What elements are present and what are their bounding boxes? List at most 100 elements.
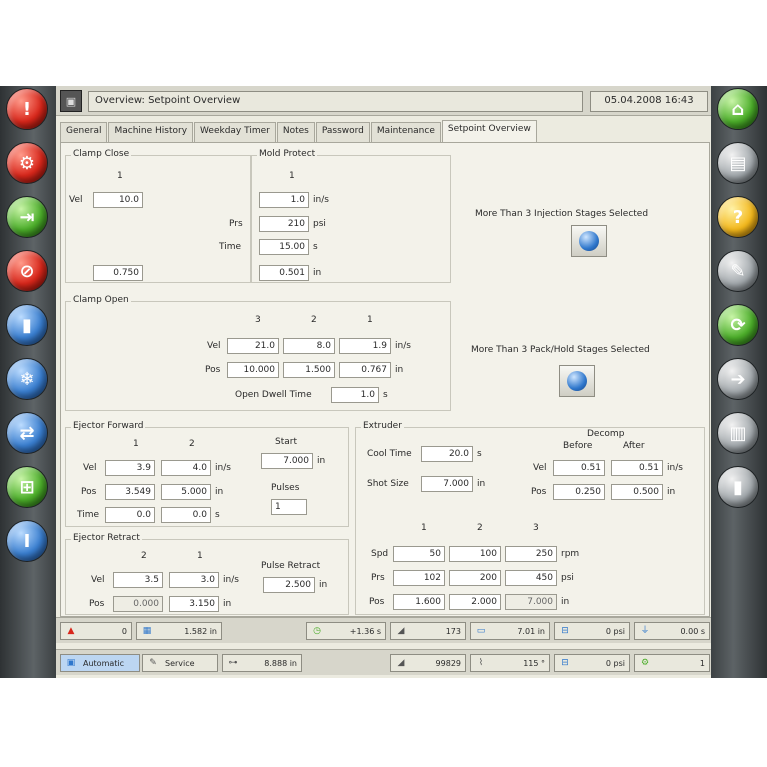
system-icon[interactable]: ▮ [717,466,759,508]
clamp-open-pos-3[interactable]: 10.000 [227,362,279,378]
status-shot-value: 173 [445,626,461,636]
shot-size-field[interactable]: 7.000 [421,476,473,492]
open-dwell-time-label: Open Dwell Time [235,390,312,400]
ejector-retract-vel-2[interactable]: 3.5 [113,572,163,588]
mold-protect-pos-field[interactable]: 0.501 [259,265,309,281]
clamp-open-pos-2[interactable]: 1.500 [283,362,335,378]
ejector-forward-vel-unit: in/s [215,463,231,473]
extruder-prs-1[interactable]: 102 [393,570,445,586]
clamp-open-vel-3[interactable]: 21.0 [227,338,279,354]
ejector-pulses-field[interactable]: 1 [271,499,307,515]
extruder-prs-label: Prs [371,573,385,583]
status-automatic-mode[interactable]: ▣ Automatic [60,654,140,672]
ejector-forward-pos-2[interactable]: 5.000 [161,484,211,500]
ejector-forward-pos-1[interactable]: 3.549 [105,484,155,500]
alarm-icon: ▲ [67,626,75,636]
mold-protect-vel-field[interactable]: 1.0 [259,192,309,208]
clamp-open-vel-1[interactable]: 1.9 [339,338,391,354]
machine-mode-icon[interactable]: ⚙ [6,142,48,184]
extruder-prs-2[interactable]: 200 [449,570,501,586]
ejector-retract-vel-unit: in/s [223,575,239,585]
status-mold-position: ⊶ 8.888 in [222,654,302,672]
tab-general[interactable]: General [60,122,108,142]
ejector-retract-vel-label: Vel [91,575,105,585]
ejector-forward-vel-2[interactable]: 4.0 [161,460,211,476]
status-screw-position: ▦ 1.582 in [136,622,222,640]
injection-unit-icon[interactable]: ⊘ [6,250,48,292]
heater-icon[interactable]: ▮ [6,304,48,346]
left-sidebar: ! ⚙ ⇥ ⊘ ▮ ❄ ⇄ ⊞ I [0,86,56,678]
decomp-pos-after[interactable]: 0.500 [611,484,663,500]
ejector-forward-vel-1[interactable]: 3.9 [105,460,155,476]
status-total-count: ◢ 99829 [390,654,466,672]
extruder-stage-1: 1 [421,523,427,533]
ejector-icon[interactable]: ⇄ [6,412,48,454]
cool-time-field[interactable]: 20.0 [421,446,473,462]
mold-protect-time-label: Time [219,242,242,252]
ejector-forward-time-1[interactable]: 0.0 [105,507,155,523]
decomp-vel-after[interactable]: 0.51 [611,460,663,476]
status-mold-value: 8.888 in [264,658,297,668]
ejector-forward-title: Ejector Forward [71,421,146,431]
extruder-spd-1[interactable]: 50 [393,546,445,562]
mold-protect-vel-unit: in/s [313,195,329,205]
injection-stages-button[interactable] [571,225,607,257]
mold-protect-prs-unit: psi [313,219,326,229]
status-total-value: 99829 [435,658,461,668]
pulse-retract-field[interactable]: 2.500 [263,577,315,593]
tab-setpoint-overview[interactable]: Setpoint Overview [441,120,537,142]
ejector-start-field[interactable]: 7.000 [261,453,313,469]
clock-icon: ◷ [313,626,321,636]
mold-protect-time-field[interactable]: 15.00 [259,239,309,255]
cool-time-unit: s [477,449,482,459]
extruder-spd-3[interactable]: 250 [505,546,557,562]
status-robot-value: 1 [699,658,705,668]
open-dwell-time-unit: s [383,390,388,400]
status-pressure: ⊟ 0 psi [554,622,630,640]
statistics-icon[interactable]: I [6,520,48,562]
clamp-close-vel-field[interactable]: 10.0 [93,192,143,208]
alarm-warning-icon[interactable]: ! [6,88,48,130]
extruder-pos-3: 7.000 [505,594,557,610]
extruder-pos-label: Pos [369,597,385,607]
status-bar-top: ▲ 0 ▦ 1.582 in ◷ +1.36 s ◢ 173 ▭ 7.01 in ⊟ 0 p… [56,617,714,643]
service-icon: ✎ [149,658,157,668]
status-service[interactable]: ✎ Service [142,654,218,672]
mold-protect-prs-label: Prs [229,219,243,229]
mode-icon: ▣ [66,658,76,668]
next-icon[interactable]: ➔ [717,358,759,400]
document-icon[interactable]: ▤ [717,142,759,184]
ejector-forward-vel-label: Vel [83,463,97,473]
cycle-icon[interactable]: ⟳ [717,304,759,346]
tab-password[interactable]: Password [315,122,370,142]
mold-protect-prs-field[interactable]: 210 [259,216,309,232]
decomp-pos-before[interactable]: 0.250 [553,484,605,500]
open-dwell-time-field[interactable]: 1.0 [331,387,379,403]
packhold-stages-button[interactable] [559,365,595,397]
ejector-forward-time-2[interactable]: 0.0 [161,507,211,523]
ejector-retract-vel-1[interactable]: 3.0 [169,572,219,588]
clamp-open-pos-1[interactable]: 0.767 [339,362,391,378]
edit-icon[interactable]: ✎ [717,250,759,292]
ejector-retract-pos-1[interactable]: 3.150 [169,596,219,612]
mold-protect-title: Mold Protect [257,149,318,159]
cores-icon[interactable]: ⊞ [6,466,48,508]
extruder-spd-2[interactable]: 100 [449,546,501,562]
home-icon[interactable]: ⌂ [717,88,759,130]
clamp-unit-icon[interactable]: ⇥ [6,196,48,238]
ejector-forward-pos-label: Pos [81,487,97,497]
help-icon[interactable]: ? [717,196,759,238]
extruder-pos-1[interactable]: 1.600 [393,594,445,610]
extruder-prs-3[interactable]: 450 [505,570,557,586]
tab-maintenance[interactable]: Maintenance [370,122,441,142]
cooling-icon[interactable]: ❄ [6,358,48,400]
extruder-stage-2: 2 [477,523,483,533]
clamp-close-pos-field[interactable]: 0.750 [93,265,143,281]
decomp-vel-before[interactable]: 0.51 [553,460,605,476]
tab-machine-history[interactable]: Machine History [108,122,194,142]
clamp-open-vel-2[interactable]: 8.0 [283,338,335,354]
monitor-icon[interactable]: ▥ [717,412,759,454]
tab-notes[interactable]: Notes [276,122,315,142]
tab-weekday-timer[interactable]: Weekday Timer [194,122,276,142]
extruder-pos-2[interactable]: 2.000 [449,594,501,610]
